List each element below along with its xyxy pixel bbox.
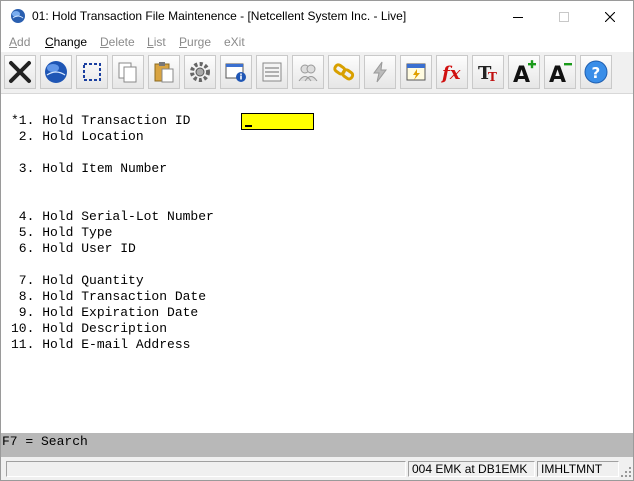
menu-delete[interactable]: Delete (100, 35, 135, 49)
field-label-hold-quantity: 7. Hold Quantity (11, 273, 144, 288)
field-label-hold-item-number: 3. Hold Item Number (11, 161, 168, 176)
app-globe-icon (11, 9, 25, 23)
select-icon (83, 63, 101, 81)
toolbar-link-button[interactable] (328, 55, 360, 89)
hold-transaction-id-input[interactable] (241, 113, 314, 130)
info-window-icon (225, 63, 246, 82)
copy-icon (118, 62, 137, 83)
function-icon: fx (440, 63, 461, 84)
function-key-hint[interactable]: F7 = Search (2, 434, 88, 449)
toolbar-paste-button[interactable] (148, 55, 180, 89)
svg-text:A: A (513, 63, 530, 85)
maximize-button[interactable] (541, 1, 587, 32)
menu-change-mnemonic: C (45, 35, 54, 49)
field-label-hold-transaction-id: *1. Hold Transaction ID (11, 113, 191, 128)
toolbar-copy-button[interactable] (112, 55, 144, 89)
menu-add-mnemonic: A (9, 35, 18, 49)
toolbar-lightning-button[interactable] (364, 55, 396, 89)
form-area: *1. Hold Transaction ID 2. Hold Location… (1, 94, 633, 433)
minimize-button[interactable] (495, 1, 541, 32)
menu-purge-mnemonic: P (179, 35, 188, 49)
toolbar-font-button[interactable]: TT (472, 55, 504, 89)
field-label-hold-location: 2. Hold Location (11, 129, 144, 144)
settings-icon (190, 62, 210, 82)
paste-icon (154, 62, 174, 83)
menu-purge[interactable]: Purge (179, 35, 211, 49)
toolbar-exit-button[interactable] (4, 55, 36, 89)
font-icon: TT (478, 63, 497, 84)
menu-bar: Add Change Delete List Purge eXit (1, 32, 633, 52)
svg-text:T: T (488, 70, 497, 84)
menu-list-mnemonic: L (147, 35, 154, 49)
menu-add[interactable]: Add (9, 35, 30, 49)
menu-delete-label: elete (108, 35, 135, 49)
toolbar: fx TT A A ? (1, 52, 633, 94)
toolbar-font-increase-button[interactable]: A (508, 55, 540, 89)
field-label-hold-email-address: 11. Hold E-mail Address (11, 337, 191, 352)
toolbar-list-button[interactable] (256, 55, 288, 89)
svg-text:?: ? (592, 64, 601, 82)
field-label-hold-expiration-date: 9. Hold Expiration Date (11, 305, 199, 320)
status-bar: 004 EMK at DB1EMK IMHLTMNT (1, 457, 633, 480)
status-user-panel: 004 EMK at DB1EMK (408, 461, 535, 477)
menu-change[interactable]: Change (45, 35, 87, 49)
link-icon (333, 63, 355, 81)
menu-list-label: ist (153, 35, 166, 49)
menu-change-label: hange (53, 35, 88, 49)
list-icon (262, 62, 282, 82)
toolbar-info-button[interactable] (220, 55, 252, 89)
toolbar-font-decrease-button[interactable]: A (544, 55, 576, 89)
increase-font-icon: A (513, 60, 536, 85)
resize-grip-icon[interactable] (621, 467, 631, 477)
field-label-hold-description: 10. Hold Description (11, 321, 168, 336)
application-window: 01: Hold Transaction File Maintenence - … (0, 0, 634, 481)
menu-add-label: dd (17, 35, 31, 49)
svg-text:fx: fx (440, 63, 461, 84)
toolbar-globe-button[interactable] (40, 55, 72, 89)
field-label-hold-transaction-date: 8. Hold Transaction Date (11, 289, 207, 304)
users-icon (298, 64, 318, 82)
globe-icon (45, 61, 67, 83)
field-label-hold-serial-lot-number: 4. Hold Serial-Lot Number (11, 209, 214, 224)
menu-exit-label: eXit (224, 35, 245, 49)
decrease-font-icon: A (549, 63, 572, 85)
help-icon: ? (584, 60, 608, 84)
toolbar-calendar-button[interactable] (400, 55, 432, 89)
title-bar: 01: Hold Transaction File Maintenence - … (1, 1, 633, 32)
toolbar-settings-button[interactable] (184, 55, 216, 89)
calendar-icon (406, 63, 426, 81)
window-title: 01: Hold Transaction File Maintenence - … (32, 9, 407, 23)
status-message-panel (6, 461, 406, 477)
menu-list[interactable]: List (147, 35, 166, 49)
menu-purge-label: urge (187, 35, 212, 49)
toolbar-help-button[interactable]: ? (580, 55, 612, 89)
lightning-icon (373, 61, 387, 83)
toolbar-users-button[interactable] (292, 55, 324, 89)
close-icon (605, 11, 615, 22)
field-label-hold-user-id: 6. Hold User ID (11, 241, 136, 256)
function-key-bar: F7 = Search (1, 433, 633, 457)
close-x-icon (9, 61, 31, 83)
close-button[interactable] (587, 1, 633, 32)
text-cursor (245, 125, 252, 127)
maximize-icon (559, 11, 569, 22)
menu-delete-mnemonic: D (100, 35, 109, 49)
toolbar-function-button[interactable]: fx (436, 55, 468, 89)
minimize-icon (513, 16, 523, 18)
field-label-hold-type: 5. Hold Type (11, 225, 113, 240)
svg-text:A: A (549, 63, 566, 85)
status-program-panel: IMHLTMNT (537, 461, 619, 477)
toolbar-select-button[interactable] (76, 55, 108, 89)
menu-exit[interactable]: eXit (224, 35, 245, 49)
